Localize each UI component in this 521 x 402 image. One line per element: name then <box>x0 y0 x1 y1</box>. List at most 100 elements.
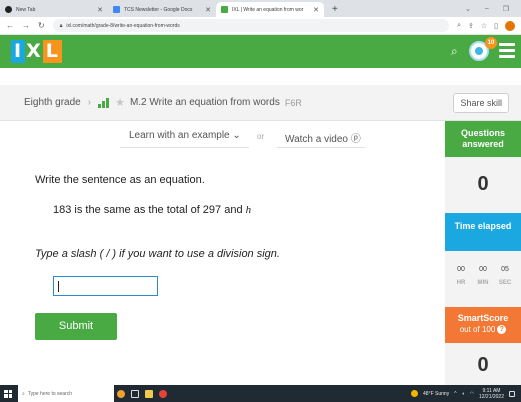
time-unit: HR <box>456 280 466 286</box>
ixl-logo[interactable]: I X L <box>11 40 62 63</box>
task-view-icon[interactable] <box>128 385 142 402</box>
questions-count: 0 <box>477 173 489 195</box>
time-unit: SEC <box>498 280 512 286</box>
new-tab-button[interactable]: + <box>324 2 346 17</box>
learn-label: Learn with an example <box>129 130 230 141</box>
time-elapsed-header: Time elapsed <box>445 213 521 251</box>
chevron-right-icon: › <box>87 97 92 108</box>
search-icon: ⌕ <box>22 390 25 397</box>
browser-tab-docs[interactable]: TCS Newsletter - Google Docs ✕ <box>108 2 216 17</box>
browser-tab-new-tab[interactable]: New Tab ✕ <box>0 2 108 17</box>
variable: h <box>245 204 252 216</box>
speaker-icon[interactable]: ◖ <box>462 391 465 397</box>
chrome-icon[interactable] <box>156 385 170 402</box>
browser-tab-ixl[interactable]: IXL | Write an equation from wor ✕ <box>216 2 324 17</box>
restore-icon[interactable]: ❐ <box>503 5 509 13</box>
skill-code: F6R <box>284 97 302 108</box>
notification-badge[interactable]: 10 <box>485 37 497 49</box>
windows-start-button[interactable] <box>0 385 16 402</box>
watch-underline <box>277 147 365 148</box>
weather-text[interactable]: 48°F Sunny <box>423 391 449 397</box>
minimize-icon[interactable]: – <box>485 5 489 13</box>
google-docs-icon <box>113 6 120 13</box>
share-icon[interactable]: ⇪ <box>468 22 474 30</box>
time-seconds: 05 SEC <box>497 264 513 286</box>
breadcrumb-grade[interactable]: Eighth grade <box>24 97 81 108</box>
chevron-down-icon[interactable]: ⌄ <box>465 5 471 13</box>
submit-button[interactable]: Submit <box>35 313 117 340</box>
learn-with-example-link[interactable]: Learn with an example ⌄ <box>129 130 241 141</box>
windows-logo-icon <box>4 389 12 398</box>
division-hint: Type a slash ( / ) if you want to use a … <box>35 248 280 260</box>
logo-letter-i: I <box>11 40 26 63</box>
answer-input[interactable] <box>53 276 158 296</box>
text-cursor <box>58 281 59 292</box>
time-elapsed-display: 00 HR 00 MIN 05 SEC <box>445 264 521 286</box>
breadcrumb: Eighth grade › ★ M.2 Write an equation f… <box>0 85 521 121</box>
taskbar-search-placeholder: Type here to search <box>27 390 73 397</box>
ixl-header: I X L ⌕ 10 <box>0 35 521 68</box>
browser-tab-strip: New Tab ✕ TCS Newsletter - Google Docs ✕… <box>0 0 521 17</box>
smartscore-sub: out of 100 ? <box>460 324 507 335</box>
windows-taskbar: ⌕ Type here to search 48°F Sunny ^ ◖ ◠ 9… <box>0 385 521 402</box>
signal-bars-icon <box>98 97 110 108</box>
help-icon[interactable]: ? <box>497 325 507 334</box>
hamburger-menu-icon[interactable] <box>499 43 515 61</box>
time-minutes: 00 MIN <box>475 264 491 286</box>
zoom-icon[interactable]: ⌕ <box>457 22 461 30</box>
sidepanel-icon[interactable]: ▯ <box>494 22 498 30</box>
browser-toolbar: ⌕ ⇪ ☆ ▯ <box>457 20 515 31</box>
help-links: Learn with an example ⌄ or Watch a video… <box>0 121 445 153</box>
github-icon <box>5 6 12 13</box>
url-field[interactable]: 🔒︎ ixl.com/math/grade-8/write-an-equatio… <box>52 19 450 32</box>
tab-title: New Tab <box>16 6 36 13</box>
close-tab-icon[interactable]: ✕ <box>205 6 211 14</box>
file-explorer-icon[interactable] <box>142 385 156 402</box>
close-tab-icon[interactable]: ✕ <box>97 6 103 14</box>
address-bar: ← → ↻ 🔒︎ ixl.com/math/grade-8/write-an-e… <box>0 17 521 35</box>
share-skill-button[interactable]: Share skill <box>453 93 509 113</box>
window-controls: ⌄ – ❐ <box>465 5 521 13</box>
tab-title: TCS Newsletter - Google Docs <box>124 6 193 13</box>
time-hours: 00 HR <box>453 264 469 286</box>
wifi-icon[interactable]: ◠ <box>470 391 474 397</box>
system-tray: 48°F Sunny ^ ◖ ◠ 9:11 AM 12/21/2022 <box>411 388 521 400</box>
chevron-up-icon[interactable]: ^ <box>454 391 456 397</box>
clock[interactable]: 9:11 AM 12/21/2022 <box>479 388 504 400</box>
watch-video-link[interactable]: Watch a video ⓟ <box>285 130 361 145</box>
star-icon[interactable]: ★ <box>115 96 125 109</box>
search-icon[interactable]: ⌕ <box>451 44 458 59</box>
chevron-down-icon: ⌄ <box>232 130 241 141</box>
logo-letter-x: X <box>25 40 43 63</box>
smartscore-header: SmartScore out of 100 ? <box>445 307 521 343</box>
url-text: ixl.com/math/grade-8/write-an-equation-f… <box>66 22 180 29</box>
ixl-icon <box>221 6 228 13</box>
watch-label: Watch a video <box>285 134 348 145</box>
notifications-icon[interactable] <box>509 390 515 397</box>
weather-widget-icon[interactable] <box>114 385 128 402</box>
logo-letter-l: L <box>42 40 62 63</box>
stats-sidebar: Questions answered 0 Time elapsed 00 HR … <box>445 121 521 385</box>
time-value: 00 <box>479 266 487 273</box>
reload-icon[interactable]: ↻ <box>38 21 45 30</box>
smartscore-sub-text: out of 100 <box>459 325 496 334</box>
sentence-text: 183 is the same as the total of 297 and <box>53 204 243 216</box>
question-instruction: Write the sentence as an equation. <box>35 174 205 186</box>
smartscore-label: SmartScore <box>457 313 509 323</box>
skill-title: M.2 Write an equation from words <box>129 97 280 108</box>
clock-date: 12/21/2022 <box>478 393 504 400</box>
bookmark-star-icon[interactable]: ☆ <box>481 22 487 30</box>
time-value: 00 <box>457 266 465 273</box>
play-circle-icon: ⓟ <box>350 134 361 145</box>
close-tab-icon[interactable]: ✕ <box>313 6 319 14</box>
taskbar-search-input[interactable]: ⌕ Type here to search <box>18 385 114 402</box>
sun-icon <box>411 390 419 397</box>
back-icon[interactable]: ← <box>6 21 14 30</box>
forward-icon[interactable]: → <box>22 21 30 30</box>
question-sentence: 183 is the same as the total of 297 and h <box>53 204 251 216</box>
lock-icon: 🔒︎ <box>59 22 63 29</box>
questions-answered-header: Questions answered <box>445 121 521 157</box>
time-unit: MIN <box>477 280 489 286</box>
profile-avatar-icon[interactable] <box>505 20 515 31</box>
clock-time: 9:11 AM <box>482 387 501 394</box>
